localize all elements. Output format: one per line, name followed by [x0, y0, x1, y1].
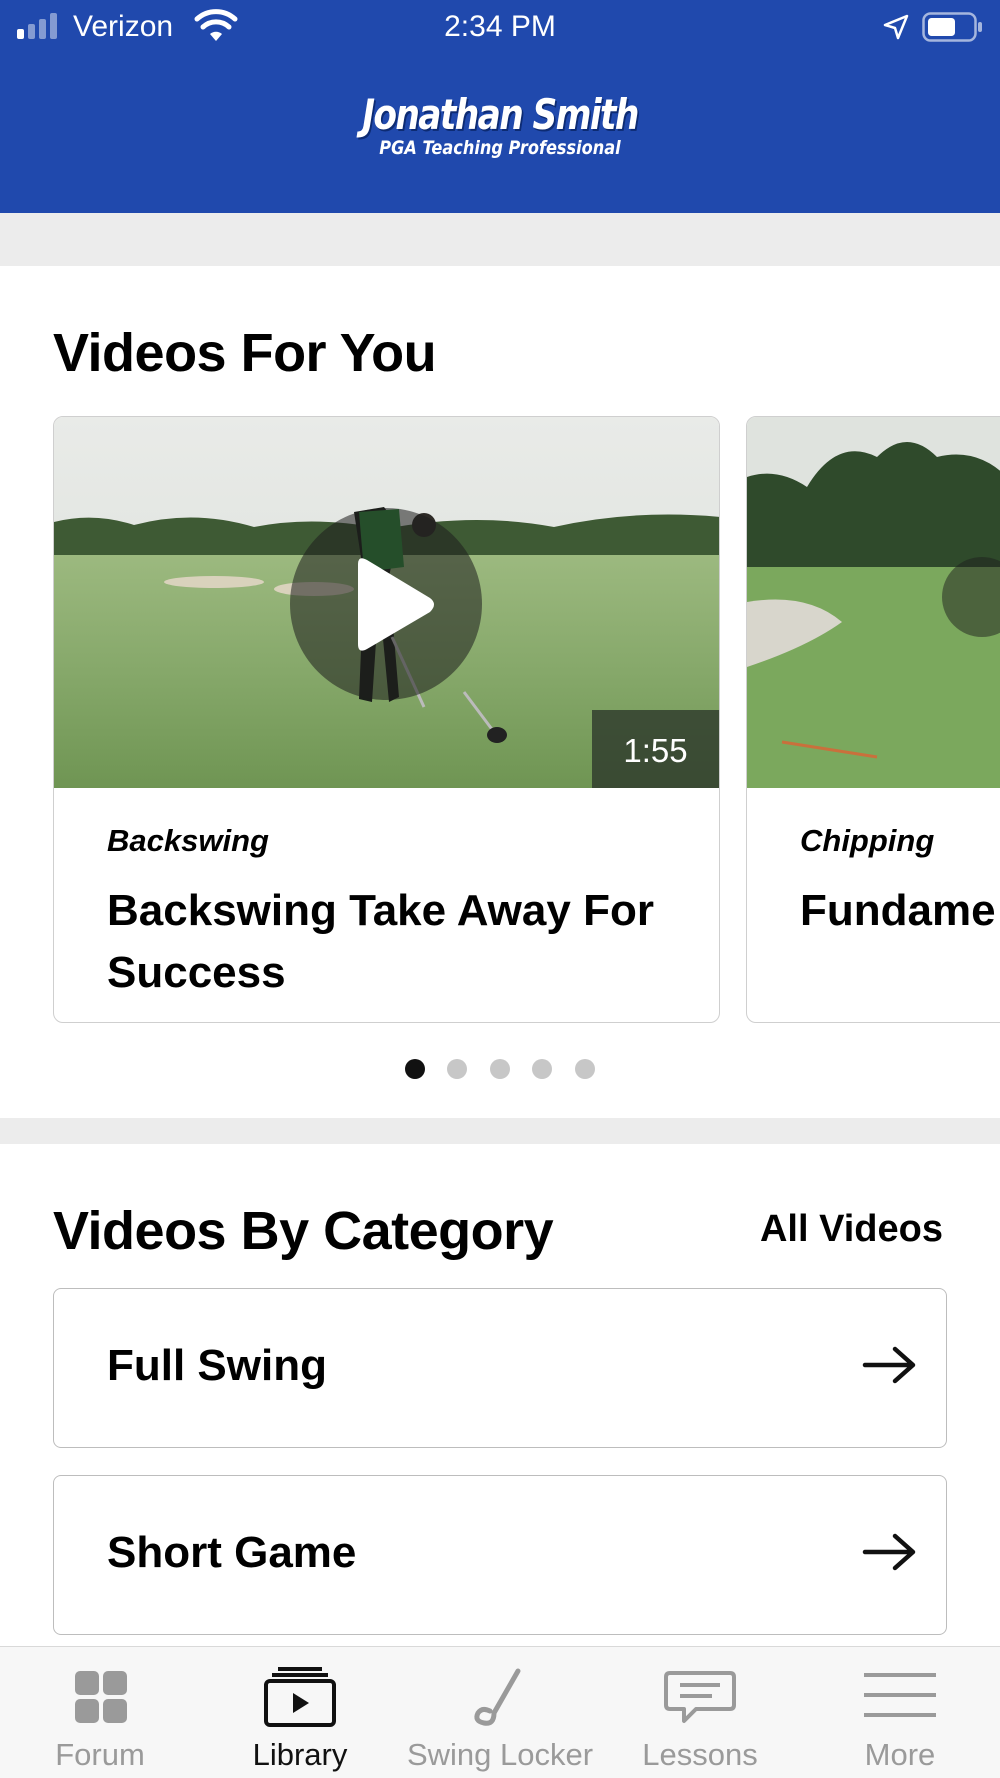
- golf-club-icon: [474, 1668, 521, 1726]
- section-divider: [0, 1118, 1000, 1144]
- pager-dot[interactable]: [575, 1059, 595, 1079]
- video-title: Backswing Take Away For Success: [107, 886, 654, 997]
- pager-dot[interactable]: [447, 1059, 467, 1079]
- pager-dot[interactable]: [490, 1059, 510, 1079]
- golf-course-image: [747, 417, 1000, 788]
- logo-name: Jonathan Smith: [362, 90, 639, 139]
- arrow-right-icon: [862, 1533, 916, 1571]
- tab-forum[interactable]: Forum: [0, 1647, 200, 1778]
- tab-label: Swing Locker: [406, 1737, 594, 1772]
- video-title: Fundame: [800, 886, 996, 935]
- video-thumbnail[interactable]: 1:55: [54, 417, 719, 788]
- video-card[interactable]: Chipping Fundame: [746, 416, 1000, 1023]
- category-row-short-game[interactable]: Short Game: [53, 1475, 947, 1635]
- tab-label: Forum: [55, 1737, 145, 1772]
- bottom-tab-bar: Forum Library Swing Locker Lessons More: [0, 1646, 1000, 1778]
- tab-label: Lessons: [642, 1737, 758, 1772]
- logo-subtitle: PGA Teaching Professional: [379, 137, 621, 159]
- grid-icon: [75, 1671, 127, 1723]
- video-category: Chipping: [800, 823, 935, 858]
- pager-dot[interactable]: [405, 1059, 425, 1079]
- videos-by-category-heading: Videos By Category: [53, 1201, 554, 1261]
- tab-library[interactable]: Library: [200, 1647, 400, 1778]
- menu-icon: [864, 1673, 936, 1717]
- tab-swing-locker[interactable]: Swing Locker: [400, 1647, 600, 1778]
- video-duration: 1:55: [592, 710, 719, 788]
- app-header: Verizon 2:34 PM Jonathan Smith PGA Teach…: [0, 0, 1000, 213]
- video-library-icon: [264, 1667, 336, 1727]
- battery-icon: [922, 12, 982, 42]
- tab-lessons[interactable]: Lessons: [600, 1647, 800, 1778]
- status-time: 2:34 PM: [444, 10, 556, 43]
- category-row-full-swing[interactable]: Full Swing: [53, 1288, 947, 1448]
- status-bar: Verizon 2:34 PM: [0, 0, 1000, 56]
- play-icon: [358, 558, 434, 651]
- tab-label: More: [864, 1737, 936, 1772]
- play-button[interactable]: [290, 508, 482, 700]
- brand-logo: Jonathan Smith PGA Teaching Professional: [0, 90, 1000, 159]
- arrow-right-icon: [862, 1346, 916, 1384]
- carousel-pager: [0, 1059, 1000, 1079]
- videos-for-you-heading: Videos For You: [53, 323, 437, 383]
- location-arrow-icon: [883, 14, 909, 40]
- all-videos-link[interactable]: All Videos: [760, 1208, 943, 1251]
- category-label: Full Swing: [107, 1341, 327, 1390]
- tab-more[interactable]: More: [800, 1647, 1000, 1778]
- tab-label: Library: [252, 1737, 348, 1772]
- section-divider: [0, 213, 1000, 266]
- video-thumbnail[interactable]: [747, 417, 1000, 788]
- pager-dot[interactable]: [532, 1059, 552, 1079]
- video-category: Backswing: [107, 823, 269, 858]
- video-card[interactable]: 1:55 Backswing Backswing Take Away For S…: [53, 416, 720, 1023]
- chat-bubble-icon: [664, 1671, 736, 1723]
- category-label: Short Game: [107, 1528, 357, 1577]
